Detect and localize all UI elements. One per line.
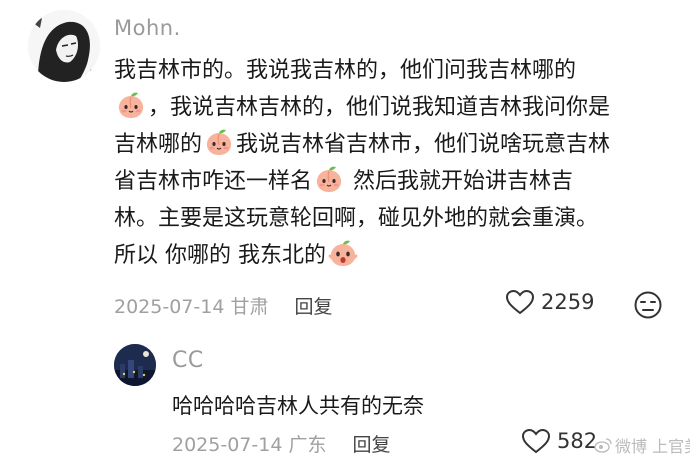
peach-shock-emoji-icon xyxy=(328,238,358,268)
reply-body: 哈哈哈哈吉林人共有的无奈 xyxy=(172,394,424,418)
heart-outline-icon xyxy=(521,428,551,454)
comment-line: 我吉林市的。我说我吉林的，他们问我吉林哪的 xyxy=(114,52,674,89)
comment-body: 我吉林市的。我说我吉林的，他们问我吉林哪的 ，我说吉林吉林的，他们说我知道吉林我… xyxy=(114,52,674,274)
peach-emoji-icon xyxy=(204,127,234,157)
comment-line: 省吉林市咋还一样名 然后我就开始讲吉林吉 xyxy=(114,163,674,200)
reply-like-button[interactable]: 582 xyxy=(521,428,597,454)
comment-text: 我吉林市的。我说我吉林的，他们问我吉林哪的 xyxy=(114,58,577,83)
reply-location: 广东 xyxy=(288,434,327,456)
comment-location: 甘肃 xyxy=(230,296,269,318)
comment-text: 林。主要是这玩意轮回啊，碰见外地的就会重演。 xyxy=(114,206,599,231)
avatar-night-icon xyxy=(114,344,156,386)
comment-date: 2025-07-14 xyxy=(114,296,225,318)
comment-text: 吉林哪的 xyxy=(114,132,203,157)
comment-line: ，我说吉林吉林的，他们说我知道吉林我问你是 xyxy=(114,89,674,126)
avatar-sketch-icon xyxy=(28,10,100,82)
comment-text: 我说吉林省吉林市，他们说啥玩意吉林 xyxy=(236,132,611,157)
reply-date: 2025-07-14 xyxy=(172,434,283,456)
comment-line: 林。主要是这玩意轮回啊，碰见外地的就会重演。 xyxy=(114,200,674,237)
comment-meta: 2025-07-14 甘肃 回复 xyxy=(114,292,333,319)
reply-like-count: 582 xyxy=(557,429,598,453)
comment-text: 然后我就开始讲吉林吉 xyxy=(346,169,574,194)
comment-author[interactable]: Mohn. xyxy=(114,16,181,40)
comment-text: 所以 你哪的 我东北的 xyxy=(114,243,326,268)
watermark-text: 微博 上官美娱 xyxy=(615,437,690,456)
like-count: 2259 xyxy=(541,290,595,314)
reply-reply-button[interactable]: 回复 xyxy=(353,434,391,456)
comment-line: 吉林哪的 我说吉林省吉林市，他们说啥玩意吉林 xyxy=(114,126,674,163)
reply-avatar[interactable] xyxy=(114,344,156,386)
peach-emoji-icon xyxy=(314,164,344,194)
watermark: 微博 上官美娱 xyxy=(594,433,690,457)
comment-line: 所以 你哪的 我东北的 xyxy=(114,237,674,274)
reply-author[interactable]: CC xyxy=(172,348,204,373)
heart-outline-icon xyxy=(505,289,535,315)
peach-emoji-icon xyxy=(116,90,146,120)
weibo-logo-icon xyxy=(594,438,612,453)
comment-text: ，我说吉林吉林的，他们说我知道吉林我问你是 xyxy=(148,95,611,120)
dislike-button[interactable] xyxy=(633,290,663,324)
dislike-face-icon xyxy=(634,291,662,319)
avatar[interactable] xyxy=(28,10,100,82)
comment-text: 省吉林市咋还一样名 xyxy=(114,169,313,194)
reply-button[interactable]: 回复 xyxy=(295,296,333,318)
like-button[interactable]: 2259 xyxy=(505,289,594,315)
reply-meta: 2025-07-14 广东 回复 xyxy=(172,430,391,457)
